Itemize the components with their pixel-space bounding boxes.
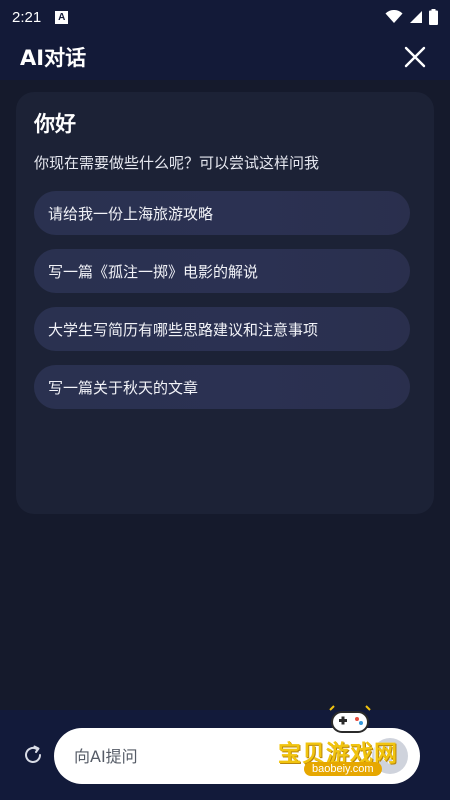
suggestion-item[interactable]: 写一篇关于秋天的文章 <box>34 365 410 409</box>
battery-icon <box>429 9 438 25</box>
chat-content[interactable]: 你好 你现在需要做些什么呢？可以尝试这样问我 请给我一份上海旅游攻略 写一篇《孤… <box>0 80 450 710</box>
suggestion-item[interactable]: 请给我一份上海旅游攻略 <box>34 191 410 235</box>
page-title: AI对话 <box>20 46 87 70</box>
send-button[interactable] <box>372 738 408 774</box>
greeting-card: 你好 你现在需要做些什么呢？可以尝试这样问我 请给我一份上海旅游攻略 写一篇《孤… <box>16 92 434 514</box>
input-bar <box>0 710 450 800</box>
suggestion-item[interactable]: 写一篇《孤注一掷》电影的解说 <box>34 249 410 293</box>
notification-icon: A <box>55 10 69 24</box>
question-input[interactable] <box>74 746 274 766</box>
status-icons <box>385 9 438 25</box>
close-icon <box>404 46 426 68</box>
wifi-icon <box>385 10 403 23</box>
refresh-button[interactable] <box>20 742 46 768</box>
signal-icon <box>410 11 422 23</box>
suggestion-item[interactable]: 大学生写简历有哪些思路建议和注意事项 <box>34 307 410 351</box>
suggestion-list: 请给我一份上海旅游攻略 写一篇《孤注一掷》电影的解说 大学生写简历有哪些思路建议… <box>34 191 416 409</box>
question-input-container[interactable] <box>54 728 420 784</box>
refresh-icon <box>25 745 41 763</box>
greeting-subtitle: 你现在需要做些什么呢？可以尝试这样问我 <box>34 154 320 172</box>
close-button[interactable] <box>400 42 430 72</box>
status-time: 2:21 <box>12 8 42 26</box>
greeting-title: 你好 <box>34 112 76 136</box>
status-bar: 2:21 A <box>0 0 450 34</box>
app-header: AI对话 <box>0 34 450 80</box>
